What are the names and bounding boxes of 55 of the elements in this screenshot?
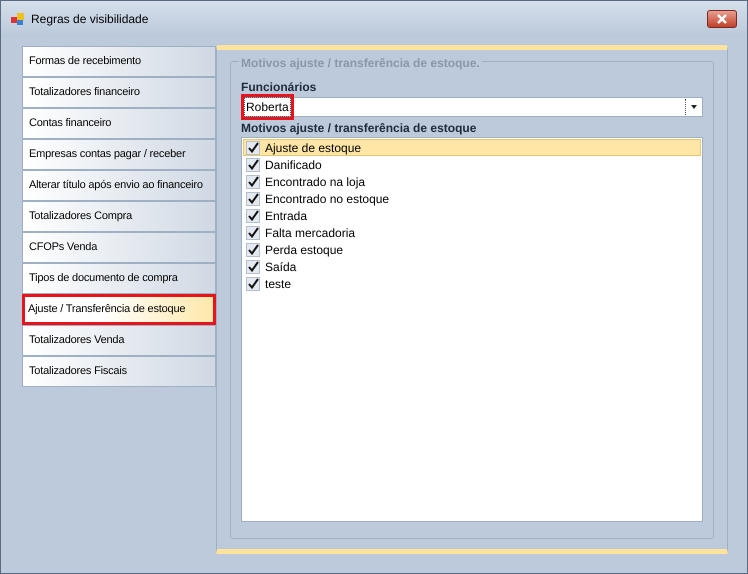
tab[interactable]: Contas financeiro — [22, 108, 216, 139]
checkmark-icon — [248, 193, 258, 204]
checkbox[interactable] — [246, 192, 260, 206]
checkmark-icon — [248, 176, 258, 187]
checkmark-icon — [248, 159, 258, 170]
field-label: Funcionários — [241, 79, 318, 96]
list-item[interactable]: Saída — [243, 258, 701, 275]
dropdown-value: Roberta — [244, 97, 291, 117]
checkmark-icon — [248, 227, 258, 238]
close-button[interactable] — [707, 10, 737, 28]
tab[interactable]: Totalizadores Compra — [22, 201, 216, 232]
list-item[interactable]: Danificado — [243, 156, 701, 173]
checkmark-icon — [248, 261, 258, 272]
window-title: Regras de visibilidade — [31, 11, 148, 28]
list-item[interactable]: Perda estoque — [243, 241, 701, 258]
checkbox[interactable] — [246, 158, 260, 172]
list-item[interactable]: Ajuste de estoque — [243, 139, 701, 156]
list-label: Motivos ajuste / transferência de estoque — [241, 120, 478, 137]
app-icon — [11, 12, 25, 26]
checkmark-icon — [248, 142, 258, 153]
checkbox[interactable] — [246, 260, 260, 274]
tab[interactable]: Tipos de documento de compra — [22, 263, 216, 294]
tab[interactable]: Empresas contas pagar / receber — [22, 139, 216, 170]
item-label: Ajuste de estoque — [265, 140, 362, 156]
item-label: Saída — [265, 258, 296, 276]
checkbox[interactable] — [246, 208, 260, 222]
tab[interactable]: Alterar título após envio ao financeiro — [22, 170, 216, 201]
checkbox[interactable] — [246, 174, 260, 188]
tab[interactable]: Totalizadores Venda — [22, 325, 216, 356]
list-item[interactable]: Encontrado no estoque — [243, 190, 701, 207]
item-label: Encontrado na loja — [265, 174, 366, 190]
item-label: Danificado — [265, 156, 322, 174]
checkbox[interactable] — [246, 242, 260, 256]
tab[interactable]: CFOPs Venda — [22, 232, 216, 263]
checkbox[interactable] — [246, 140, 260, 154]
employee-dropdown[interactable]: Roberta — [241, 97, 703, 117]
list-item[interactable]: Falta mercadoria — [243, 224, 701, 241]
checkbox[interactable] — [246, 276, 260, 290]
checkmark-icon — [248, 244, 258, 255]
checkmark-icon — [248, 210, 258, 221]
item-label: Entrada — [265, 208, 308, 224]
list-item[interactable]: teste — [243, 275, 701, 292]
tab[interactable]: Totalizadores Fiscais — [22, 356, 216, 387]
tab[interactable]: Ajuste / Transferência de estoque — [22, 294, 216, 325]
list-item[interactable]: Encontrado na loja — [243, 173, 701, 190]
close-icon — [716, 14, 728, 24]
list-item[interactable]: Entrada — [243, 207, 701, 224]
item-label: Perda estoque — [265, 242, 344, 258]
checkmark-icon — [248, 278, 258, 289]
item-label: teste — [265, 276, 292, 292]
tab[interactable]: Totalizadores financeiro — [22, 77, 216, 108]
checkbox[interactable] — [246, 226, 260, 240]
tab[interactable]: Formas de recebimento — [22, 46, 216, 77]
item-label: Encontrado no estoque — [265, 190, 390, 208]
item-label: Falta mercadoria — [265, 224, 356, 242]
